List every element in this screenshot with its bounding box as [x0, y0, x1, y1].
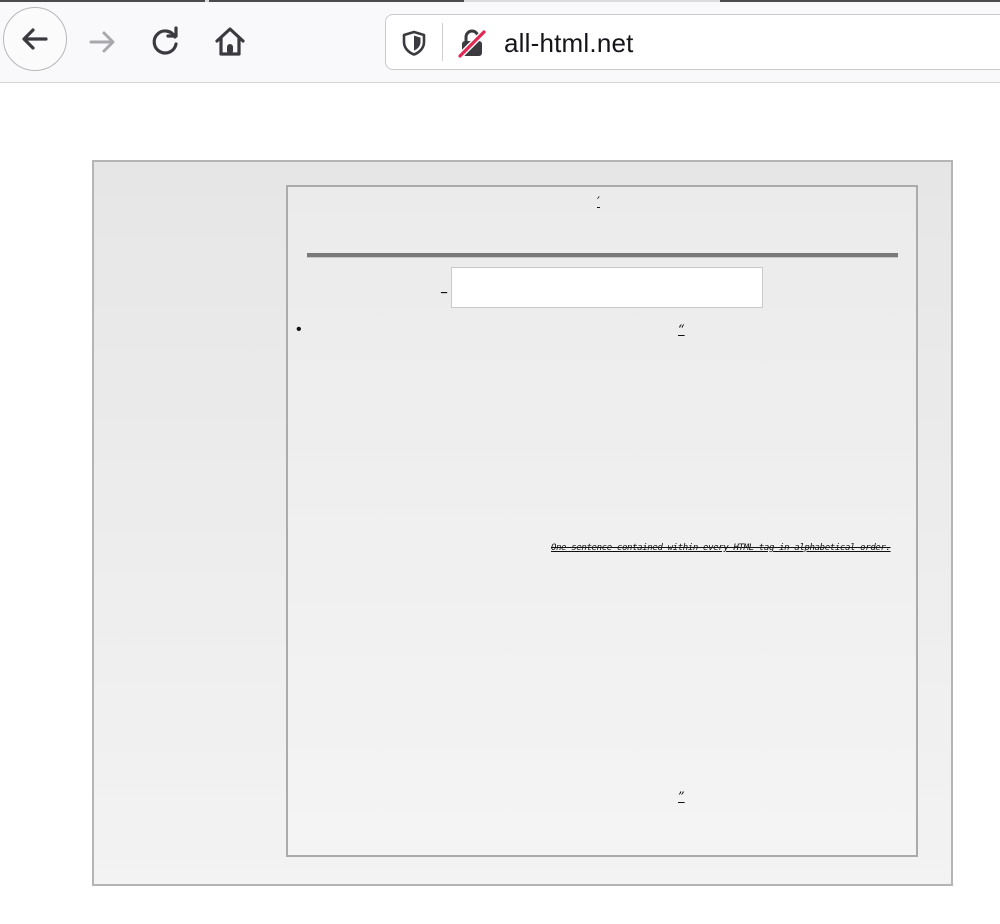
close-quote-link[interactable]: ”	[678, 791, 685, 804]
url-divider	[442, 23, 443, 61]
home-button[interactable]	[208, 20, 252, 64]
reload-button[interactable]	[144, 20, 188, 64]
header-link[interactable]: ′	[597, 196, 600, 209]
list-bullet: •	[296, 321, 302, 338]
shield-icon[interactable]	[400, 29, 428, 57]
open-quote-link[interactable]: “	[678, 324, 685, 337]
forward-button[interactable]	[80, 20, 124, 64]
url-text[interactable]: all-html.net	[504, 28, 634, 59]
search-input[interactable]	[451, 267, 763, 308]
horizontal-rule	[307, 253, 898, 258]
browser-toolbar: all-html.net	[0, 2, 1000, 83]
search-label: _	[441, 282, 448, 294]
back-arrow-icon	[22, 28, 48, 50]
address-bar[interactable]: all-html.net	[385, 14, 1000, 70]
insecure-lock-icon[interactable]	[456, 27, 488, 59]
forward-arrow-icon	[89, 31, 115, 53]
reload-icon	[152, 26, 178, 55]
tag-sentence[interactable]: One sentence contained within every HTML…	[551, 543, 891, 554]
home-icon	[215, 27, 245, 56]
back-button[interactable]	[3, 7, 67, 71]
